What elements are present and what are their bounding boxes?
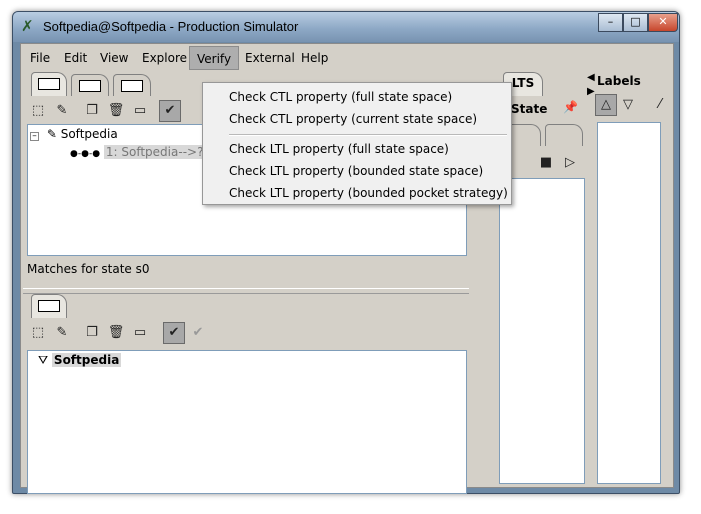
tab-grammar[interactable]	[31, 72, 67, 96]
check-ctl-current[interactable]: Check CTL property (current state space)	[229, 112, 477, 126]
verify-dropdown: Check CTL property (full state space) Ch…	[202, 82, 512, 205]
bottom-tree-root-label: Softpedia	[51, 353, 122, 367]
copy-button[interactable]: ❐	[81, 100, 103, 122]
collapse-arrow-icon[interactable]: ◀	[587, 72, 595, 83]
bottom-check-all-button[interactable]: ✔	[187, 322, 209, 344]
menu-help[interactable]: Help	[294, 48, 335, 68]
graph-node-icon: ⛛	[38, 353, 49, 367]
maximize-button[interactable]: □	[623, 13, 648, 32]
window-title: Softpedia@Softpedia - Production Simulat…	[43, 19, 299, 34]
tree-child-label: 1: Softpedia-->?	[103, 145, 206, 159]
bottom-left-panel: ⬚ ✎ ❐ 🗑 ▭ ✔ ✔ ⛛ Softpedia	[23, 294, 469, 494]
menu-view[interactable]: View	[93, 48, 135, 68]
graph-icon	[38, 78, 60, 90]
close-button[interactable]: ✕	[648, 13, 678, 32]
pin-icon[interactable]: 📌	[563, 100, 578, 114]
bottom-tree-row-root[interactable]: ⛛ Softpedia	[38, 353, 122, 368]
bottom-toolbar: ⬚ ✎ ❐ 🗑 ▭ ✔ ✔	[27, 320, 467, 346]
labels-panel: ◀ ▶ Labels △ ▽ ⁄	[587, 72, 673, 486]
menu-bar: File Edit View Explore Verify External H…	[21, 44, 673, 70]
tree-row-child[interactable]: ●-●-● 1: Softpedia-->?	[70, 145, 206, 159]
state-view[interactable]	[499, 178, 585, 484]
bottom-copy-button[interactable]: ❐	[81, 322, 103, 344]
bottom-tree[interactable]: ⛛ Softpedia	[27, 350, 467, 494]
state-tab-label[interactable]: State	[511, 102, 547, 116]
tree-row-root[interactable]: – ✎ Softpedia	[30, 127, 118, 141]
menu-file[interactable]: File	[23, 48, 57, 68]
menu-edit[interactable]: Edit	[57, 48, 94, 68]
bottom-delete-button[interactable]: 🗑	[105, 322, 127, 344]
labels-list[interactable]	[597, 122, 661, 484]
edit-button[interactable]: ✎	[51, 100, 73, 122]
check-ctl-full[interactable]: Check CTL property (full state space)	[229, 90, 452, 104]
transition-icon: ●-●-●	[70, 149, 101, 159]
middle-toolbar: ■ ▷	[501, 150, 587, 176]
table-icon	[121, 80, 143, 92]
tab-table[interactable]	[113, 74, 151, 96]
rename-button[interactable]: ▭	[129, 100, 151, 122]
bottom-tabstrip	[27, 294, 227, 318]
sort-up-button[interactable]: △	[595, 94, 617, 116]
tab-state-graph[interactable]	[545, 124, 583, 146]
bottom-rename-button[interactable]: ▭	[129, 322, 151, 344]
tab-transitions[interactable]	[31, 294, 67, 318]
transition-tab-icon	[38, 300, 60, 312]
bottom-edit-button[interactable]: ✎	[51, 322, 73, 344]
check-ltl-full[interactable]: Check LTL property (full state space)	[229, 142, 449, 156]
menu-verify[interactable]: Verify	[189, 46, 240, 70]
app-window: ✗ Softpedia@Softpedia - Production Simul…	[12, 11, 680, 494]
bottom-new-button[interactable]: ⬚	[27, 322, 49, 344]
pencil-icon: ✎	[46, 127, 57, 141]
menu-external[interactable]: External	[238, 48, 302, 68]
enable-check-button[interactable]: ✔	[159, 100, 181, 122]
title-bar[interactable]: ✗ Softpedia@Softpedia - Production Simul…	[13, 12, 679, 42]
match-status: Matches for state s0	[27, 262, 150, 276]
collapse-icon[interactable]: –	[30, 132, 39, 141]
bottom-check-button[interactable]: ✔	[163, 322, 185, 344]
minimize-button[interactable]: –	[598, 13, 623, 32]
check-ltl-pocket[interactable]: Check LTL property (bounded pocket strat…	[229, 186, 508, 200]
tree-root-label: Softpedia	[60, 127, 118, 141]
tab-rules[interactable]	[71, 74, 109, 96]
stop-button[interactable]: ■	[535, 152, 557, 174]
play-button[interactable]: ▷	[559, 152, 581, 174]
check-ltl-bounded[interactable]: Check LTL property (bounded state space)	[229, 164, 483, 178]
new-rule-button[interactable]: ⬚	[27, 100, 49, 122]
filter-button[interactable]: ⁄	[649, 94, 671, 116]
delete-button[interactable]: 🗑	[105, 100, 127, 122]
menu-explore[interactable]: Explore	[135, 48, 194, 68]
sort-down-button[interactable]: ▽	[617, 94, 639, 116]
expand-arrow-icon[interactable]: ▶	[587, 86, 595, 97]
labels-toolbar: △ ▽ ⁄	[595, 92, 673, 118]
app-logo-icon: ✗	[21, 17, 34, 35]
labels-title: Labels	[597, 74, 641, 88]
rule-icon	[79, 80, 101, 92]
client-area: File Edit View Explore Verify External H…	[20, 43, 674, 494]
menu-separator	[229, 134, 507, 136]
